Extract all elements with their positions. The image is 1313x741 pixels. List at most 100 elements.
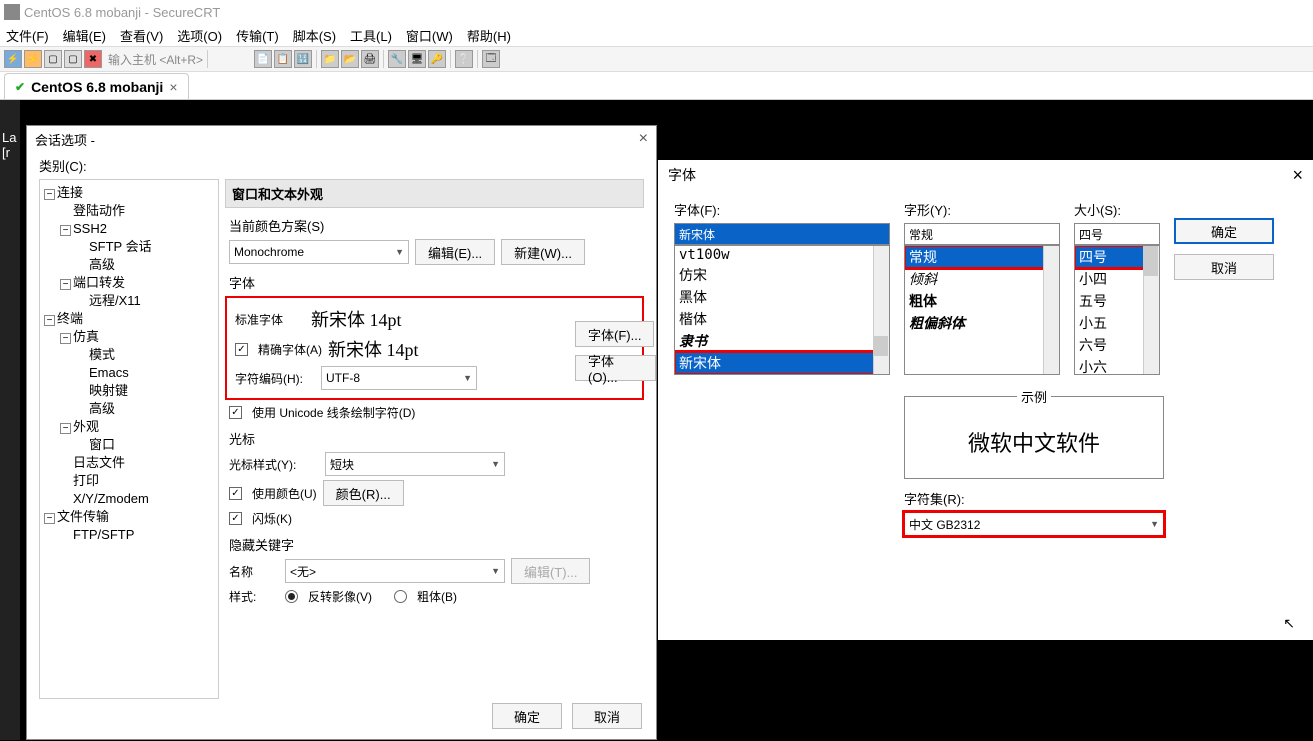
toolbar-icon[interactable]: ▢ [64,50,82,68]
style-input[interactable]: 常规 [904,223,1060,245]
tree-item[interactable]: −端口转发 [42,274,216,292]
close-icon[interactable]: × [639,130,648,148]
toolbar-icon[interactable]: 🔑 [428,50,446,68]
list-item[interactable]: 新宋体 [675,352,889,374]
tree-item[interactable]: FTP/SFTP [42,526,216,544]
toolbar-icon[interactable]: ✖ [84,50,102,68]
menu-help[interactable]: 帮助(H) [467,26,511,45]
tree-item[interactable]: 高级 [42,400,216,418]
cursor-style-select[interactable]: 短块▼ [325,452,505,476]
font-listbox[interactable]: vt100w仿宋黑体楷体隶书新宋体幼圆 [674,245,890,375]
toolbar-icon[interactable]: ⚡ [4,50,22,68]
list-item[interactable]: 常规 [905,246,1059,268]
expand-icon[interactable]: − [44,315,55,326]
tree-item[interactable]: −外观 [42,418,216,436]
blink-checkbox[interactable]: ✓ [229,512,242,525]
close-icon[interactable]: × [169,79,177,95]
style-bold-radio[interactable] [394,590,407,603]
list-item[interactable]: 粗体 [905,290,1059,312]
toolbar-icon[interactable]: ⚡ [24,50,42,68]
tree-item[interactable]: 日志文件 [42,454,216,472]
list-item[interactable]: 黑体 [675,286,889,308]
use-color-checkbox[interactable]: ✓ [229,487,242,500]
expand-icon[interactable]: − [60,423,71,434]
list-item[interactable]: vt100w [675,246,889,264]
color-scheme-select[interactable]: Monochrome▼ [229,240,409,264]
menu-edit[interactable]: 编辑(E) [63,26,106,45]
toolbar-icon[interactable]: 🔧 [388,50,406,68]
ok-button[interactable]: 确定 [1174,218,1274,244]
tree-item[interactable]: Emacs [42,364,216,382]
host-entry-hint[interactable]: 输入主机 <Alt+R> [108,51,203,68]
category-tree[interactable]: −连接登陆动作−SSH2SFTP 会话高级−端口转发远程/X11−终端−仿真模式… [39,179,219,699]
tree-item[interactable]: X/Y/Zmodem [42,490,216,508]
precise-font-checkbox[interactable]: ✓ [235,343,248,356]
font-o-button[interactable]: 字体(O)... [575,355,656,381]
close-icon[interactable]: × [1292,165,1303,186]
scrollbar[interactable] [873,246,889,374]
list-item[interactable]: 倾斜 [905,268,1059,290]
cancel-button[interactable]: 取消 [1174,254,1274,280]
name-select[interactable]: <无>▼ [285,559,505,583]
tree-item[interactable]: −连接 [42,184,216,202]
size-input[interactable]: 四号 [1074,223,1160,245]
menu-script[interactable]: 脚本(S) [293,26,336,45]
style-listbox[interactable]: 常规倾斜粗体粗偏斜体 [904,245,1060,375]
size-listbox[interactable]: 四号小四五号小五六号小六七号 [1074,245,1160,375]
tree-item[interactable]: −文件传输 [42,508,216,526]
tree-item[interactable]: 高级 [42,256,216,274]
menu-file[interactable]: 文件(F) [6,26,49,45]
tree-item[interactable]: 打印 [42,472,216,490]
menu-options[interactable]: 选项(O) [177,26,222,45]
toolbar-icon[interactable]: 📋 [274,50,292,68]
use-unicode-label: 使用 Unicode 线条绘制字符(D) [252,404,415,421]
char-encoding-select[interactable]: UTF-8▼ [321,366,477,390]
list-item[interactable]: 隶书 [675,330,889,352]
tab-title: CentOS 6.8 mobanji [31,79,163,95]
tree-item[interactable]: 窗口 [42,436,216,454]
tree-item[interactable]: 映射键 [42,382,216,400]
toolbar-icon[interactable]: 🗔 [482,50,500,68]
precise-font-label: 精确字体(A) [258,341,322,358]
session-tab[interactable]: ✔ CentOS 6.8 mobanji × [4,73,189,99]
toolbar-icon[interactable]: 🔢 [294,50,312,68]
font-f-button[interactable]: 字体(F)... [575,321,654,347]
tree-item[interactable]: 远程/X11 [42,292,216,310]
expand-icon[interactable]: − [44,513,55,524]
tree-item[interactable]: −SSH2 [42,220,216,238]
tree-item[interactable]: −终端 [42,310,216,328]
menu-view[interactable]: 查看(V) [120,26,163,45]
scrollbar[interactable] [1143,246,1159,374]
tree-item[interactable]: 登陆动作 [42,202,216,220]
toolbar-icon[interactable]: 📂 [341,50,359,68]
menu-transfer[interactable]: 传输(T) [236,26,279,45]
toolbar-icon[interactable]: ▢ [44,50,62,68]
cancel-button[interactable]: 取消 [572,703,642,729]
font-input[interactable]: 新宋体 [674,223,890,245]
menu-window[interactable]: 窗口(W) [406,26,453,45]
expand-icon[interactable]: − [44,189,55,200]
ok-button[interactable]: 确定 [492,703,562,729]
list-item[interactable]: 粗偏斜体 [905,312,1059,334]
toolbar-icon[interactable]: 📄 [254,50,272,68]
scrollbar[interactable] [1043,246,1059,374]
use-unicode-checkbox[interactable]: ✓ [229,406,242,419]
edit-button[interactable]: 编辑(E)... [415,239,495,265]
list-item[interactable]: 仿宋 [675,264,889,286]
toolbar-icon[interactable]: 🖥 [408,50,426,68]
list-item[interactable]: 楷体 [675,308,889,330]
menu-tools[interactable]: 工具(L) [350,26,392,45]
toolbar-icon[interactable]: 🖨 [361,50,379,68]
new-button[interactable]: 新建(W)... [501,239,585,265]
expand-icon[interactable]: − [60,279,71,290]
tree-item[interactable]: SFTP 会话 [42,238,216,256]
tree-item[interactable]: 模式 [42,346,216,364]
expand-icon[interactable]: − [60,225,71,236]
style-invert-radio[interactable] [285,590,298,603]
toolbar-icon[interactable]: ❔ [455,50,473,68]
expand-icon[interactable]: − [60,333,71,344]
color-button[interactable]: 颜色(R)... [323,480,404,506]
list-item[interactable]: 幼圆 [675,374,889,375]
toolbar-icon[interactable]: 📁 [321,50,339,68]
tree-item[interactable]: −仿真 [42,328,216,346]
